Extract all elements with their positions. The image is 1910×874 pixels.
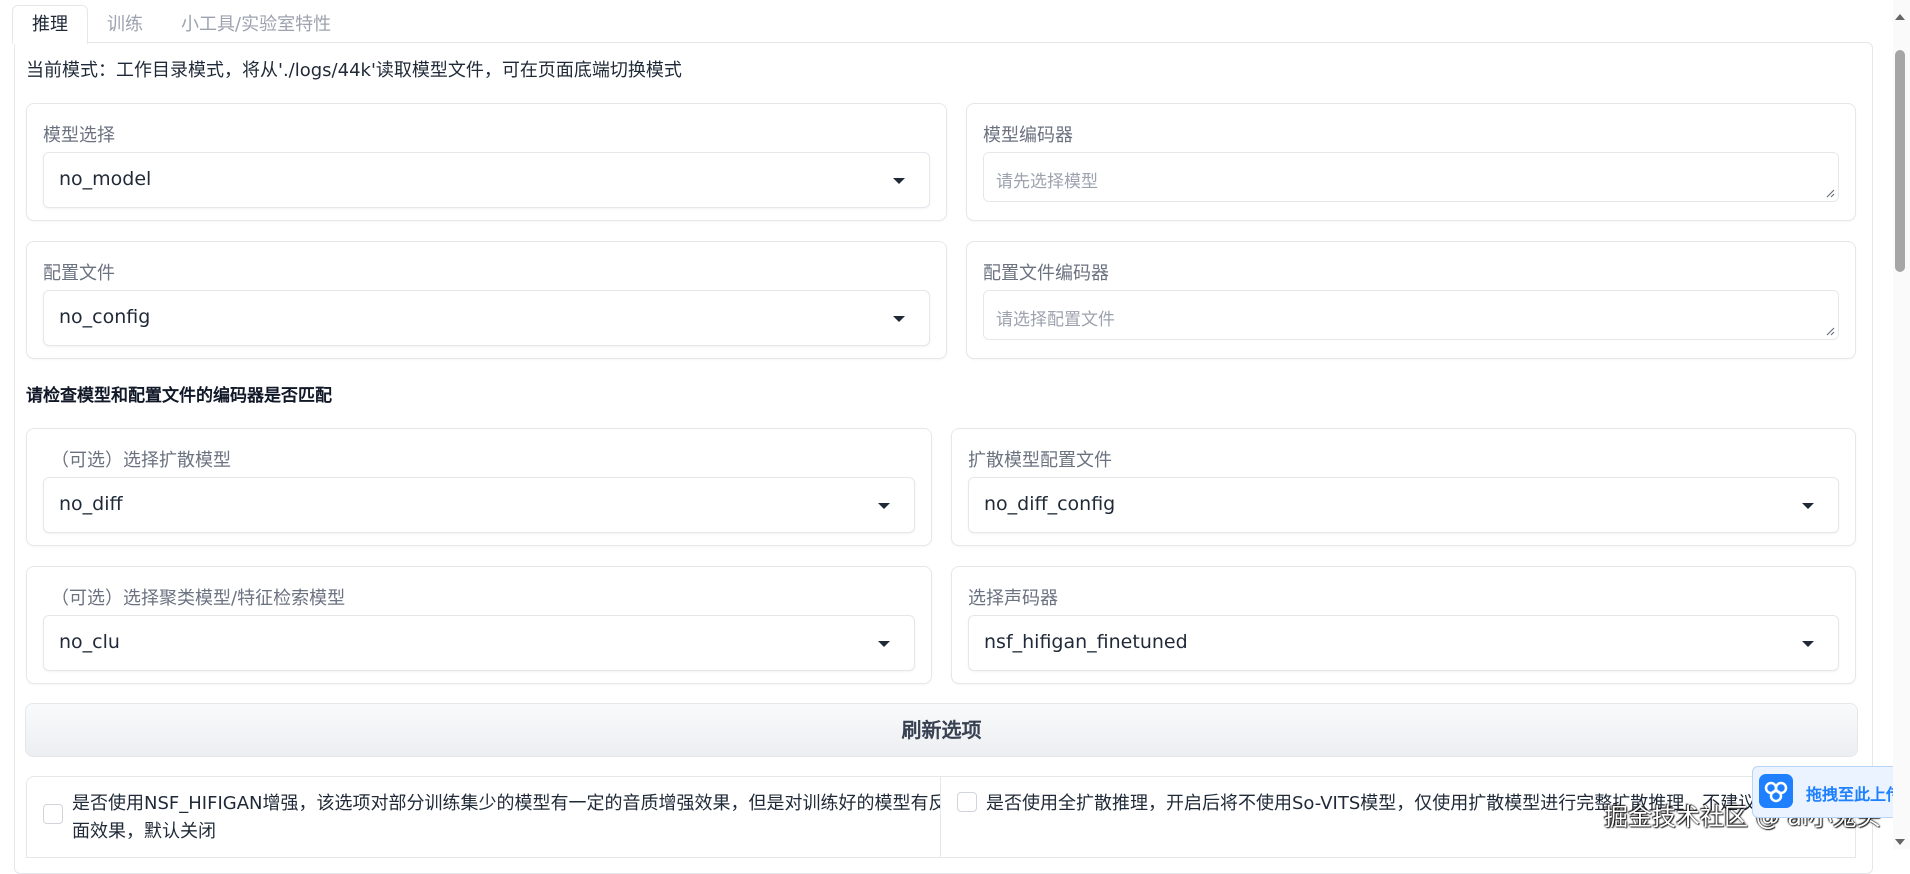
vocoder-block: 选择声码器 nsf_hifigan_finetuned (951, 566, 1856, 684)
vocoder-value: nsf_hifigan_finetuned (984, 631, 1188, 653)
model-select-block: 模型选择 no_model (26, 103, 947, 221)
config-file-label: 配置文件 (43, 263, 115, 284)
diff-config-label: 扩散模型配置文件 (968, 450, 1112, 471)
nsf-enhance-line2: 面效果，默认关闭 (72, 821, 216, 842)
tab-training[interactable]: 训练 (88, 6, 162, 44)
vocoder-label: 选择声码器 (968, 588, 1058, 609)
scroll-down-arrow-icon[interactable] (1895, 839, 1905, 845)
nsf-enhance-block: 是否使用NSF_HIFIGAN增强，该选项对部分训练集少的模型有一定的音质增强效… (26, 776, 946, 858)
chevron-down-icon (893, 178, 905, 184)
nsf-enhance-checkbox[interactable] (43, 804, 63, 824)
model-encoder-block: 模型编码器 (966, 103, 1856, 221)
model-encoder-textarea[interactable] (983, 152, 1839, 202)
upload-icon (1759, 774, 1793, 808)
cluster-model-dropdown[interactable]: no_clu (43, 615, 915, 671)
config-encoder-label: 配置文件编码器 (983, 263, 1109, 284)
diff-model-label: （可选）选择扩散模型 (51, 450, 231, 471)
diff-model-value: no_diff (59, 493, 123, 515)
config-file-dropdown[interactable]: no_config (43, 290, 930, 346)
chevron-down-icon (878, 641, 890, 647)
model-select-label: 模型选择 (43, 125, 115, 146)
resize-grip-icon[interactable] (1825, 188, 1835, 198)
chevron-down-icon (878, 503, 890, 509)
scrollbar-thumb[interactable] (1895, 50, 1905, 272)
model-select-value: no_model (59, 168, 152, 190)
config-encoder-textarea[interactable] (983, 290, 1839, 340)
cluster-model-block: （可选）选择聚类模型/特征检索模型 no_clu (26, 566, 932, 684)
diff-config-block: 扩散模型配置文件 no_diff_config (951, 428, 1856, 546)
drag-upload-widget[interactable]: 拖拽至此上传 (1752, 766, 1909, 818)
vocoder-dropdown[interactable]: nsf_hifigan_finetuned (968, 615, 1839, 671)
model-select-dropdown[interactable]: no_model (43, 152, 930, 208)
cluster-model-value: no_clu (59, 631, 120, 653)
config-file-value: no_config (59, 306, 151, 328)
mode-info-text: 当前模式：工作目录模式，将从'./logs/44k'读取模型文件，可在页面底端切… (26, 60, 682, 81)
refresh-options-button[interactable]: 刷新选项 (25, 703, 1858, 757)
tab-bar: 推理 训练 小工具/实验室特性 (12, 5, 350, 44)
diff-config-value: no_diff_config (984, 493, 1116, 515)
cluster-model-label: （可选）选择聚类模型/特征检索模型 (51, 588, 346, 609)
upload-text: 拖拽至此上传 (1806, 785, 1903, 804)
scroll-up-arrow-icon[interactable] (1895, 14, 1905, 20)
model-encoder-label: 模型编码器 (983, 125, 1073, 146)
tab-tools-lab[interactable]: 小工具/实验室特性 (162, 6, 350, 44)
nsf-enhance-line1: 是否使用NSF_HIFIGAN增强，该选项对部分训练集少的模型有一定的音质增强效… (72, 793, 947, 814)
diff-model-block: （可选）选择扩散模型 no_diff (26, 428, 932, 546)
config-file-block: 配置文件 no_config (26, 241, 947, 359)
diff-model-dropdown[interactable]: no_diff (43, 477, 915, 533)
encoder-match-hint: 请检查模型和配置文件的编码器是否匹配 (26, 386, 332, 406)
diff-config-dropdown[interactable]: no_diff_config (968, 477, 1839, 533)
resize-grip-icon[interactable] (1825, 326, 1835, 336)
chevron-down-icon (893, 316, 905, 322)
tab-inference[interactable]: 推理 (12, 5, 88, 44)
full-diffusion-checkbox[interactable] (957, 792, 977, 812)
chevron-down-icon (1802, 641, 1814, 647)
config-encoder-block: 配置文件编码器 (966, 241, 1856, 359)
chevron-down-icon (1802, 503, 1814, 509)
